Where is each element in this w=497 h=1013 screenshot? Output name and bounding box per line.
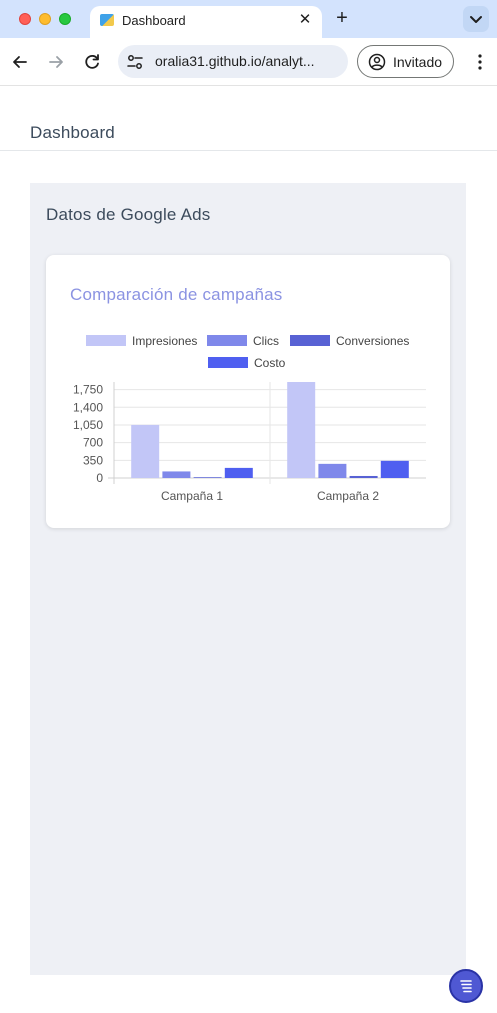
menu-button[interactable] [449, 969, 483, 1003]
close-tab-icon[interactable]: ✕ [296, 11, 314, 29]
close-window-button[interactable] [19, 13, 31, 25]
main-panel: Datos de Google Ads Comparación de campa… [30, 183, 466, 975]
bar [224, 467, 253, 478]
browser-toolbar: oralia31.github.io/analyt... Invitado [0, 38, 497, 86]
back-arrow-icon[interactable] [9, 51, 31, 73]
bar [193, 477, 222, 478]
legend-swatch [290, 335, 330, 346]
legend-label: Conversiones [336, 334, 409, 348]
campaign-bar-chart: Impresiones Clics Conversiones Costo 0 350 700… [73, 334, 426, 503]
chart-card-title: Comparación de campañas [70, 285, 283, 304]
legend-label: Impresiones [132, 334, 197, 348]
legend-label: Clics [253, 334, 279, 348]
y-tick-label: 1,400 [73, 400, 103, 414]
bar [162, 471, 191, 478]
legend-swatch [207, 335, 247, 346]
x-tick-label: Campaña 1 [161, 489, 223, 503]
legend-label: Costo [254, 356, 286, 370]
page-title: Dashboard [30, 123, 115, 142]
new-tab-icon[interactable]: + [332, 8, 352, 28]
y-tick-label: 0 [96, 471, 103, 485]
list-menu-icon [460, 980, 472, 993]
profile-icon [368, 53, 386, 71]
y-tick-label: 1,750 [73, 383, 103, 397]
profile-button[interactable]: Invitado [357, 45, 454, 78]
address-bar[interactable]: oralia31.github.io/analyt... [118, 45, 348, 78]
tab-strip: Dashboard ✕ + [0, 0, 497, 38]
chevron-down-icon [470, 16, 482, 23]
reload-icon[interactable] [81, 51, 103, 73]
forward-arrow-icon[interactable] [45, 51, 67, 73]
browser-tab[interactable]: Dashboard ✕ [90, 6, 322, 38]
minimize-window-button[interactable] [39, 13, 51, 25]
y-tick-label: 350 [83, 453, 103, 467]
chart-card: Comparación de campañas Impresiones Clics… [46, 255, 450, 528]
bar [349, 475, 378, 478]
url-text: oralia31.github.io/analyt... [155, 53, 315, 69]
y-tick-label: 700 [83, 436, 103, 450]
site-settings-icon[interactable] [126, 53, 144, 71]
more-options-icon[interactable] [477, 53, 483, 71]
maximize-window-button[interactable] [59, 13, 71, 25]
bar [380, 460, 409, 478]
legend-swatch [86, 335, 126, 346]
y-tick-label: 1,050 [73, 418, 103, 432]
page-header: Dashboard [0, 86, 497, 151]
favicon-icon [100, 14, 114, 26]
section-title: Datos de Google Ads [46, 205, 211, 224]
bar [318, 463, 347, 478]
bar [287, 382, 316, 478]
tab-title: Dashboard [122, 13, 186, 28]
profile-label: Invitado [393, 54, 443, 70]
legend-swatch [208, 357, 248, 368]
x-tick-label: Campaña 2 [317, 489, 379, 503]
bar [131, 424, 160, 478]
tab-search-button[interactable] [463, 6, 489, 32]
